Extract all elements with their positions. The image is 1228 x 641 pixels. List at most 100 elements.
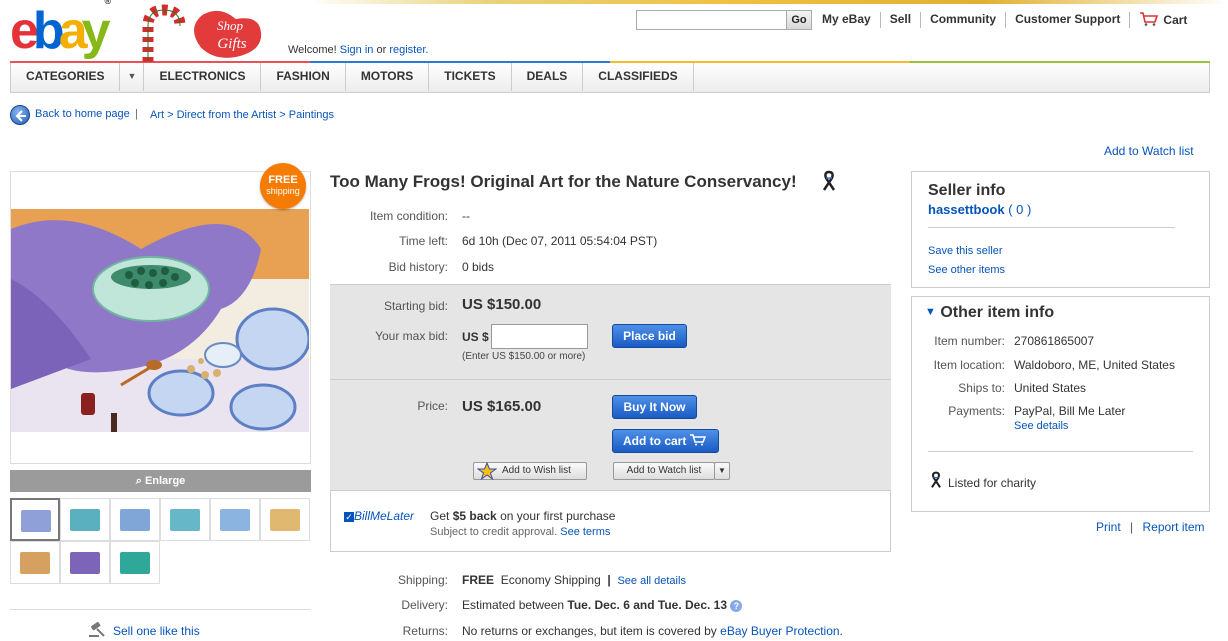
seller-name-link[interactable]: hassettbook <box>928 202 1005 217</box>
time-left-value: 6d 10h (Dec 07, 2011 05:54:04 PST) <box>462 234 658 248</box>
print-report-row: Print | Report item <box>1096 520 1205 534</box>
sell-one-like-this-link[interactable]: Sell one like this <box>113 624 200 638</box>
delivery-pre: Estimated between <box>462 598 565 612</box>
see-all-details-link[interactable]: See all details <box>617 575 686 587</box>
thumbnail-image <box>270 509 300 531</box>
cart-icon <box>689 434 706 446</box>
tab-electronics[interactable]: ELECTRONICS <box>144 63 262 91</box>
shipping-free: FREE <box>462 573 495 587</box>
add-to-wish-list-button[interactable]: Add to Wish list <box>473 462 587 480</box>
help-icon[interactable]: ? <box>730 600 743 612</box>
nav-cart[interactable]: Cart <box>1129 12 1196 28</box>
watch-list-dropdown[interactable]: ▼ <box>714 462 730 480</box>
returns-text: No returns or exchanges, but item is cov… <box>462 624 717 638</box>
price-label: Price: <box>417 399 448 413</box>
seller-name-row: hassettbook ( 0 ) <box>928 202 1031 217</box>
add-to-watch-list-link[interactable]: Add to Watch list <box>1104 144 1194 158</box>
bid-history-link[interactable]: 0 bids <box>462 260 494 274</box>
free-shipping-badge: FREE shipping <box>260 163 306 209</box>
report-item-link[interactable]: Report item <box>1143 520 1205 534</box>
print-link[interactable]: Print <box>1096 520 1121 534</box>
collapse-triangle-icon: ▼ <box>925 306 936 318</box>
bill-me-later-logo: ✓BillMeLater <box>344 509 414 523</box>
shop-gifts-doodle[interactable]: Shop Gifts <box>140 4 270 64</box>
add-to-cart-label: Add to cart <box>623 434 687 448</box>
save-seller-link[interactable]: Save this seller <box>928 245 1003 257</box>
ebay-logo[interactable]: ebay® <box>10 0 125 57</box>
other-item-info-header[interactable]: ▼ Other item info <box>925 304 1054 322</box>
charity-ribbon-icon <box>931 471 941 488</box>
add-to-watch-list-button[interactable]: Add to Watch list <box>613 462 715 480</box>
thumbnail-9[interactable] <box>110 541 160 584</box>
thumbnail-8[interactable] <box>60 541 110 584</box>
add-to-cart-button[interactable]: Add to cart <box>612 429 719 453</box>
logo-letter-y: y <box>81 2 111 60</box>
nav-sell[interactable]: Sell <box>879 12 920 28</box>
divider <box>928 227 1175 228</box>
badge-shipping-text: shipping <box>266 186 300 196</box>
time-left-label: Time left: <box>399 234 448 248</box>
buy-it-now-button[interactable]: Buy It Now <box>612 395 697 419</box>
thumbnail-strip <box>10 497 311 584</box>
seller-feedback-score[interactable]: ( 0 ) <box>1008 202 1031 217</box>
breadcrumb-separator: | <box>135 108 138 120</box>
cart-label: Cart <box>1163 13 1188 27</box>
item-number-value: 270861865007 <box>1014 334 1095 348</box>
categories-dropdown[interactable]: ▼ <box>120 63 145 91</box>
tab-categories[interactable]: CATEGORIES <box>11 63 121 91</box>
thumbnail-5[interactable] <box>210 498 260 541</box>
enlarge-label: Enlarge <box>144 475 186 487</box>
thumbnail-6[interactable] <box>260 498 310 541</box>
other-item-info-heading: Other item info <box>940 304 1055 321</box>
shipping-sep: | <box>607 573 611 587</box>
thumbnail-7[interactable] <box>10 541 60 584</box>
starting-bid-label: Starting bid: <box>383 299 448 313</box>
doodle-gifts-text: Gifts <box>217 36 246 52</box>
welcome-text: Welcome! <box>288 44 337 56</box>
tab-classifieds[interactable]: CLASSIFIEDS <box>583 63 694 91</box>
main-item-image[interactable] <box>11 209 309 432</box>
bml-sub: Subject to credit approval. <box>430 526 558 538</box>
bml-offer-bold: $5 back <box>452 509 497 523</box>
listed-for-charity: Listed for charity <box>948 476 1037 490</box>
thumbnail-1[interactable] <box>10 498 60 541</box>
max-bid-input[interactable] <box>491 324 588 349</box>
buy-panel <box>330 379 891 490</box>
delivery-label: Delivery: <box>401 598 448 612</box>
condition-label: Item condition: <box>369 209 448 223</box>
category-bar: CATEGORIES ▼ ELECTRONICS FASHION MOTORS … <box>10 63 1210 93</box>
tab-deals[interactable]: DEALS <box>512 63 584 91</box>
item-number-label: Item number: <box>934 334 1005 348</box>
bml-offer-pre: Get <box>430 509 450 523</box>
tab-fashion[interactable]: FASHION <box>261 63 346 91</box>
sign-in-link[interactable]: Sign in <box>340 44 374 56</box>
shipping-value: FREE Economy Shipping | See all details <box>462 573 686 587</box>
back-to-home-link[interactable]: Back to home page <box>35 108 130 120</box>
shipping-method: Economy Shipping <box>500 573 601 587</box>
tab-motors[interactable]: MOTORS <box>346 63 430 91</box>
breadcrumb[interactable]: Art > Direct from the Artist > Paintings <box>150 109 334 121</box>
thumbnail-image <box>170 509 200 531</box>
tab-tickets[interactable]: TICKETS <box>429 63 512 91</box>
enlarge-button[interactable]: ⌕ Enlarge <box>10 470 311 492</box>
back-arrow-icon[interactable] <box>10 105 30 125</box>
register-link[interactable]: register. <box>389 44 428 56</box>
nav-my-ebay[interactable]: My eBay <box>822 12 880 28</box>
place-bid-button[interactable]: Place bid <box>612 324 687 348</box>
thumbnail-2[interactable] <box>60 498 110 541</box>
logo-letter-b: b <box>32 2 65 60</box>
see-other-items-link[interactable]: See other items <box>928 264 1005 276</box>
divider <box>928 451 1193 452</box>
bid-history-label: Bid history: <box>388 260 448 274</box>
nav-customer-support[interactable]: Customer Support <box>1005 12 1129 28</box>
see-details-link[interactable]: See details <box>1014 420 1068 432</box>
thumbnail-4[interactable] <box>160 498 210 541</box>
delivery-value: Estimated between Tue. Dec. 6 and Tue. D… <box>462 598 743 612</box>
nav-community[interactable]: Community <box>920 12 1005 28</box>
thumbnail-3[interactable] <box>110 498 160 541</box>
gavel-icon <box>89 622 105 637</box>
see-terms-link[interactable]: See terms <box>560 526 610 538</box>
buyer-protection-link[interactable]: eBay Buyer Protection <box>720 624 839 638</box>
search-go-button[interactable]: Go <box>786 11 811 29</box>
price-value: US $165.00 <box>462 398 542 415</box>
